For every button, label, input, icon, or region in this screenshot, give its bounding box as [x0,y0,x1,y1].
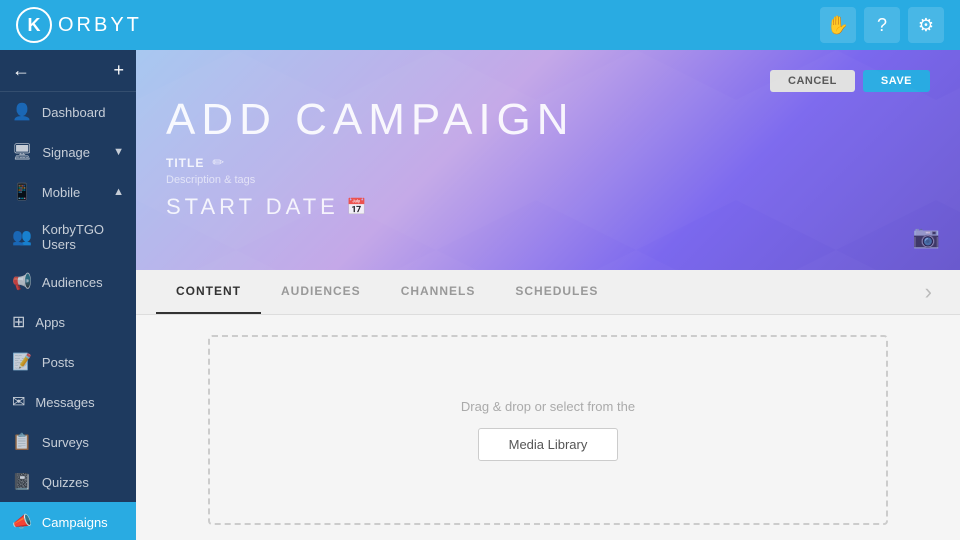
sidebar-item-label: Dashboard [42,105,106,120]
sidebar-item-label: Audiences [42,275,103,290]
top-header: K ORBYT ✋ ? ⚙ [0,0,960,50]
content-panel: Drag & drop or select from the Media Lib… [136,315,960,540]
sidebar-item-korbytgo[interactable]: 👥 KorbyTGO Users [0,212,136,262]
header-icons: ✋ ? ⚙ [820,7,944,43]
title-label: TITLE [166,156,204,170]
main-layout: ← + 👤 Dashboard 🖥 Signage ▼ 📱 Mobile ▲ 👥… [0,50,960,540]
sidebar-item-label: Mobile [42,185,80,200]
logo-text: ORBYT [58,14,142,37]
sidebar-item-audiences[interactable]: 📢 Audiences [0,262,136,302]
sidebar-item-label: Signage [42,145,90,160]
sidebar-item-label: KorbyTGO Users [42,222,124,252]
sidebar-item-label: Quizzes [42,475,89,490]
tabs-area: CONTENTAUDIENCESCHANNELSSCHEDULES › Drag… [136,270,960,540]
hero-top-row: CANCEL SAVE [166,70,930,92]
tabs-bar: CONTENTAUDIENCESCHANNELSSCHEDULES › [136,270,960,315]
logo: K ORBYT [16,7,142,43]
audiences-icon: 📢 [12,272,32,292]
mobile-icon: 📱 [12,182,32,202]
hand-icon[interactable]: ✋ [820,7,856,43]
tabs-container: CONTENTAUDIENCESCHANNELSSCHEDULES [156,270,618,314]
sidebar-item-signage[interactable]: 🖥 Signage ▼ [0,132,136,172]
title-row: TITLE ✏ [166,154,930,171]
content-area: CANCEL SAVE ADD CAMPAIGN TITLE ✏ Descrip… [136,50,960,540]
campaigns-icon: 📣 [12,512,32,532]
sidebar-item-label: Campaigns [42,515,108,530]
sidebar-item-messages[interactable]: ✉ Messages [0,382,136,422]
hero-banner: CANCEL SAVE ADD CAMPAIGN TITLE ✏ Descrip… [136,50,960,270]
sidebar-item-apps[interactable]: ⊞ Apps [0,302,136,342]
dashboard-icon: 👤 [12,102,32,122]
sidebar-item-label: Posts [42,355,75,370]
tab-channels[interactable]: CHANNELS [381,270,496,314]
sidebar-back-icon[interactable]: ← [12,60,30,81]
tab-audiences[interactable]: AUDIENCES [261,270,381,314]
chevron-signage-icon: ▼ [113,146,124,158]
tab-schedules[interactable]: SCHEDULES [495,270,618,314]
korbytgo-icon: 👥 [12,227,32,247]
sidebar: ← + 👤 Dashboard 🖥 Signage ▼ 📱 Mobile ▲ 👥… [0,50,136,540]
camera-icon[interactable]: 📷 [913,224,940,250]
sidebar-items: 👤 Dashboard 🖥 Signage ▼ 📱 Mobile ▲ 👥 Kor… [0,92,136,540]
calendar-icon[interactable]: 📅 [347,197,371,217]
chevron-mobile-icon: ▲ [113,186,124,198]
tab-content[interactable]: CONTENT [156,270,261,314]
sidebar-item-dashboard[interactable]: 👤 Dashboard [0,92,136,132]
save-button[interactable]: SAVE [863,70,930,92]
signage-icon: 🖥 [12,142,32,162]
quizzes-icon: 📓 [12,472,32,492]
sidebar-item-campaigns[interactable]: 📣 Campaigns [0,502,136,540]
media-library-button[interactable]: Media Library [478,428,619,461]
sidebar-forward-icon[interactable]: + [113,60,124,81]
campaign-title: ADD CAMPAIGN [166,96,930,144]
apps-icon: ⊞ [12,312,25,332]
start-date: START DATE 📅 [166,194,930,220]
sidebar-item-posts[interactable]: 📝 Posts [0,342,136,382]
sidebar-item-surveys[interactable]: 📋 Surveys [0,422,136,462]
sidebar-top-bar: ← + [0,50,136,92]
drop-text: Drag & drop or select from the [461,399,635,414]
help-icon[interactable]: ? [864,7,900,43]
surveys-icon: 📋 [12,432,32,452]
sidebar-item-label: Surveys [42,435,89,450]
sidebar-item-label: Apps [35,315,65,330]
tab-chevron-icon[interactable]: › [917,271,940,313]
drop-zone: Drag & drop or select from the Media Lib… [208,335,888,525]
edit-icon[interactable]: ✏ [212,154,224,171]
cancel-button[interactable]: CANCEL [770,70,855,92]
settings-icon[interactable]: ⚙ [908,7,944,43]
messages-icon: ✉ [12,392,25,412]
logo-icon: K [16,7,52,43]
posts-icon: 📝 [12,352,32,372]
sidebar-item-quizzes[interactable]: 📓 Quizzes [0,462,136,502]
description-tags: Description & tags [166,174,930,186]
sidebar-item-mobile[interactable]: 📱 Mobile ▲ [0,172,136,212]
sidebar-item-label: Messages [35,395,94,410]
